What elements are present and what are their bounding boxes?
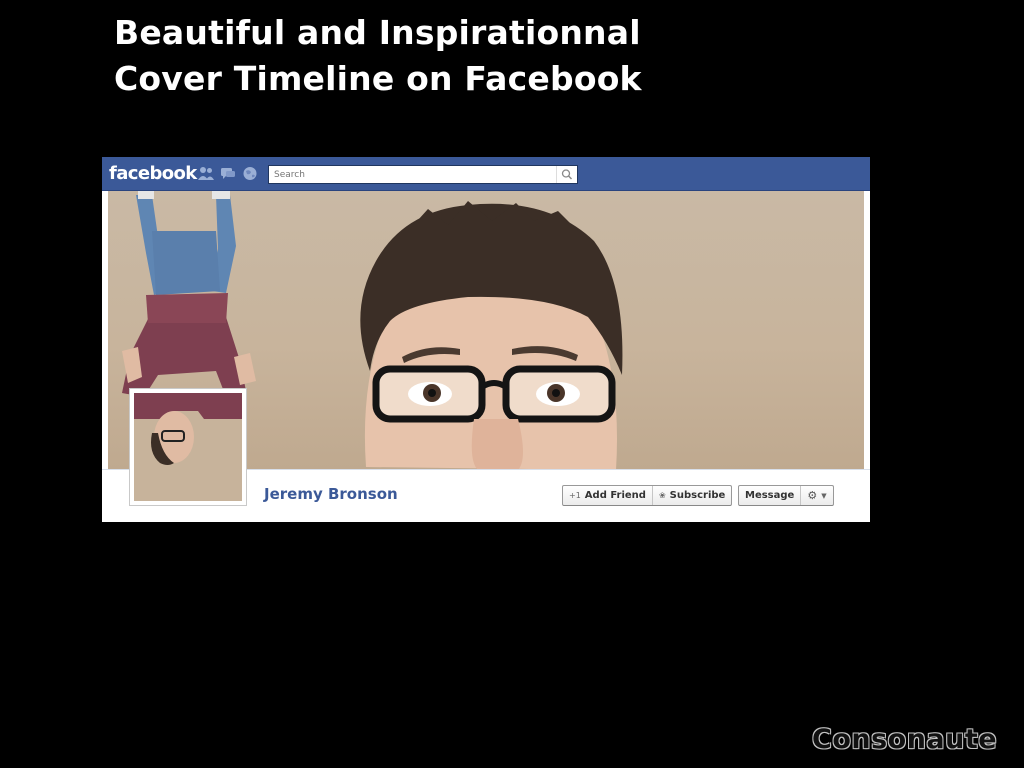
facebook-top-bar: facebook xyxy=(102,157,870,191)
settings-dropdown-button[interactable]: ⚙ ▼ xyxy=(800,486,832,505)
subscribe-button[interactable]: ❀ Subscribe xyxy=(651,486,731,505)
add-friend-label: Add Friend xyxy=(584,490,646,501)
gear-icon: ⚙ xyxy=(807,489,818,502)
slide-title-line-2: Cover Timeline on Facebook xyxy=(114,59,642,98)
facebook-screenshot: facebook Search Jeremy Bronson +1 Add Fr… xyxy=(102,157,870,522)
notifications-globe-icon[interactable] xyxy=(242,166,258,181)
message-label: Message xyxy=(745,490,795,501)
subscribe-label: Subscribe xyxy=(669,490,726,501)
message-settings-group: Message ⚙ ▼ xyxy=(738,485,834,506)
search-input[interactable] xyxy=(269,166,555,183)
add-friend-button[interactable]: +1 Add Friend xyxy=(563,486,652,505)
search-box[interactable] xyxy=(268,165,578,184)
facebook-logo[interactable]: facebook xyxy=(109,163,197,184)
friend-requests-icon[interactable] xyxy=(198,166,214,181)
profile-picture-image xyxy=(134,393,242,465)
profile-picture[interactable] xyxy=(129,388,247,506)
rss-icon: ❀ xyxy=(658,491,666,500)
profile-name[interactable]: Jeremy Bronson xyxy=(264,485,398,503)
consonaute-watermark: Consonaute xyxy=(812,724,998,755)
slide-title: Beautiful and Inspirationnal Cover Timel… xyxy=(114,10,642,102)
add-friend-icon: +1 xyxy=(569,491,581,500)
message-button[interactable]: Message xyxy=(739,486,800,505)
slide-title-line-1: Beautiful and Inspirationnal xyxy=(114,13,641,52)
chevron-down-icon: ▼ xyxy=(821,491,827,500)
magnifier-icon[interactable] xyxy=(556,166,577,183)
messages-icon[interactable] xyxy=(220,166,236,181)
add-friend-subscribe-group: +1 Add Friend ❀ Subscribe xyxy=(562,485,733,506)
